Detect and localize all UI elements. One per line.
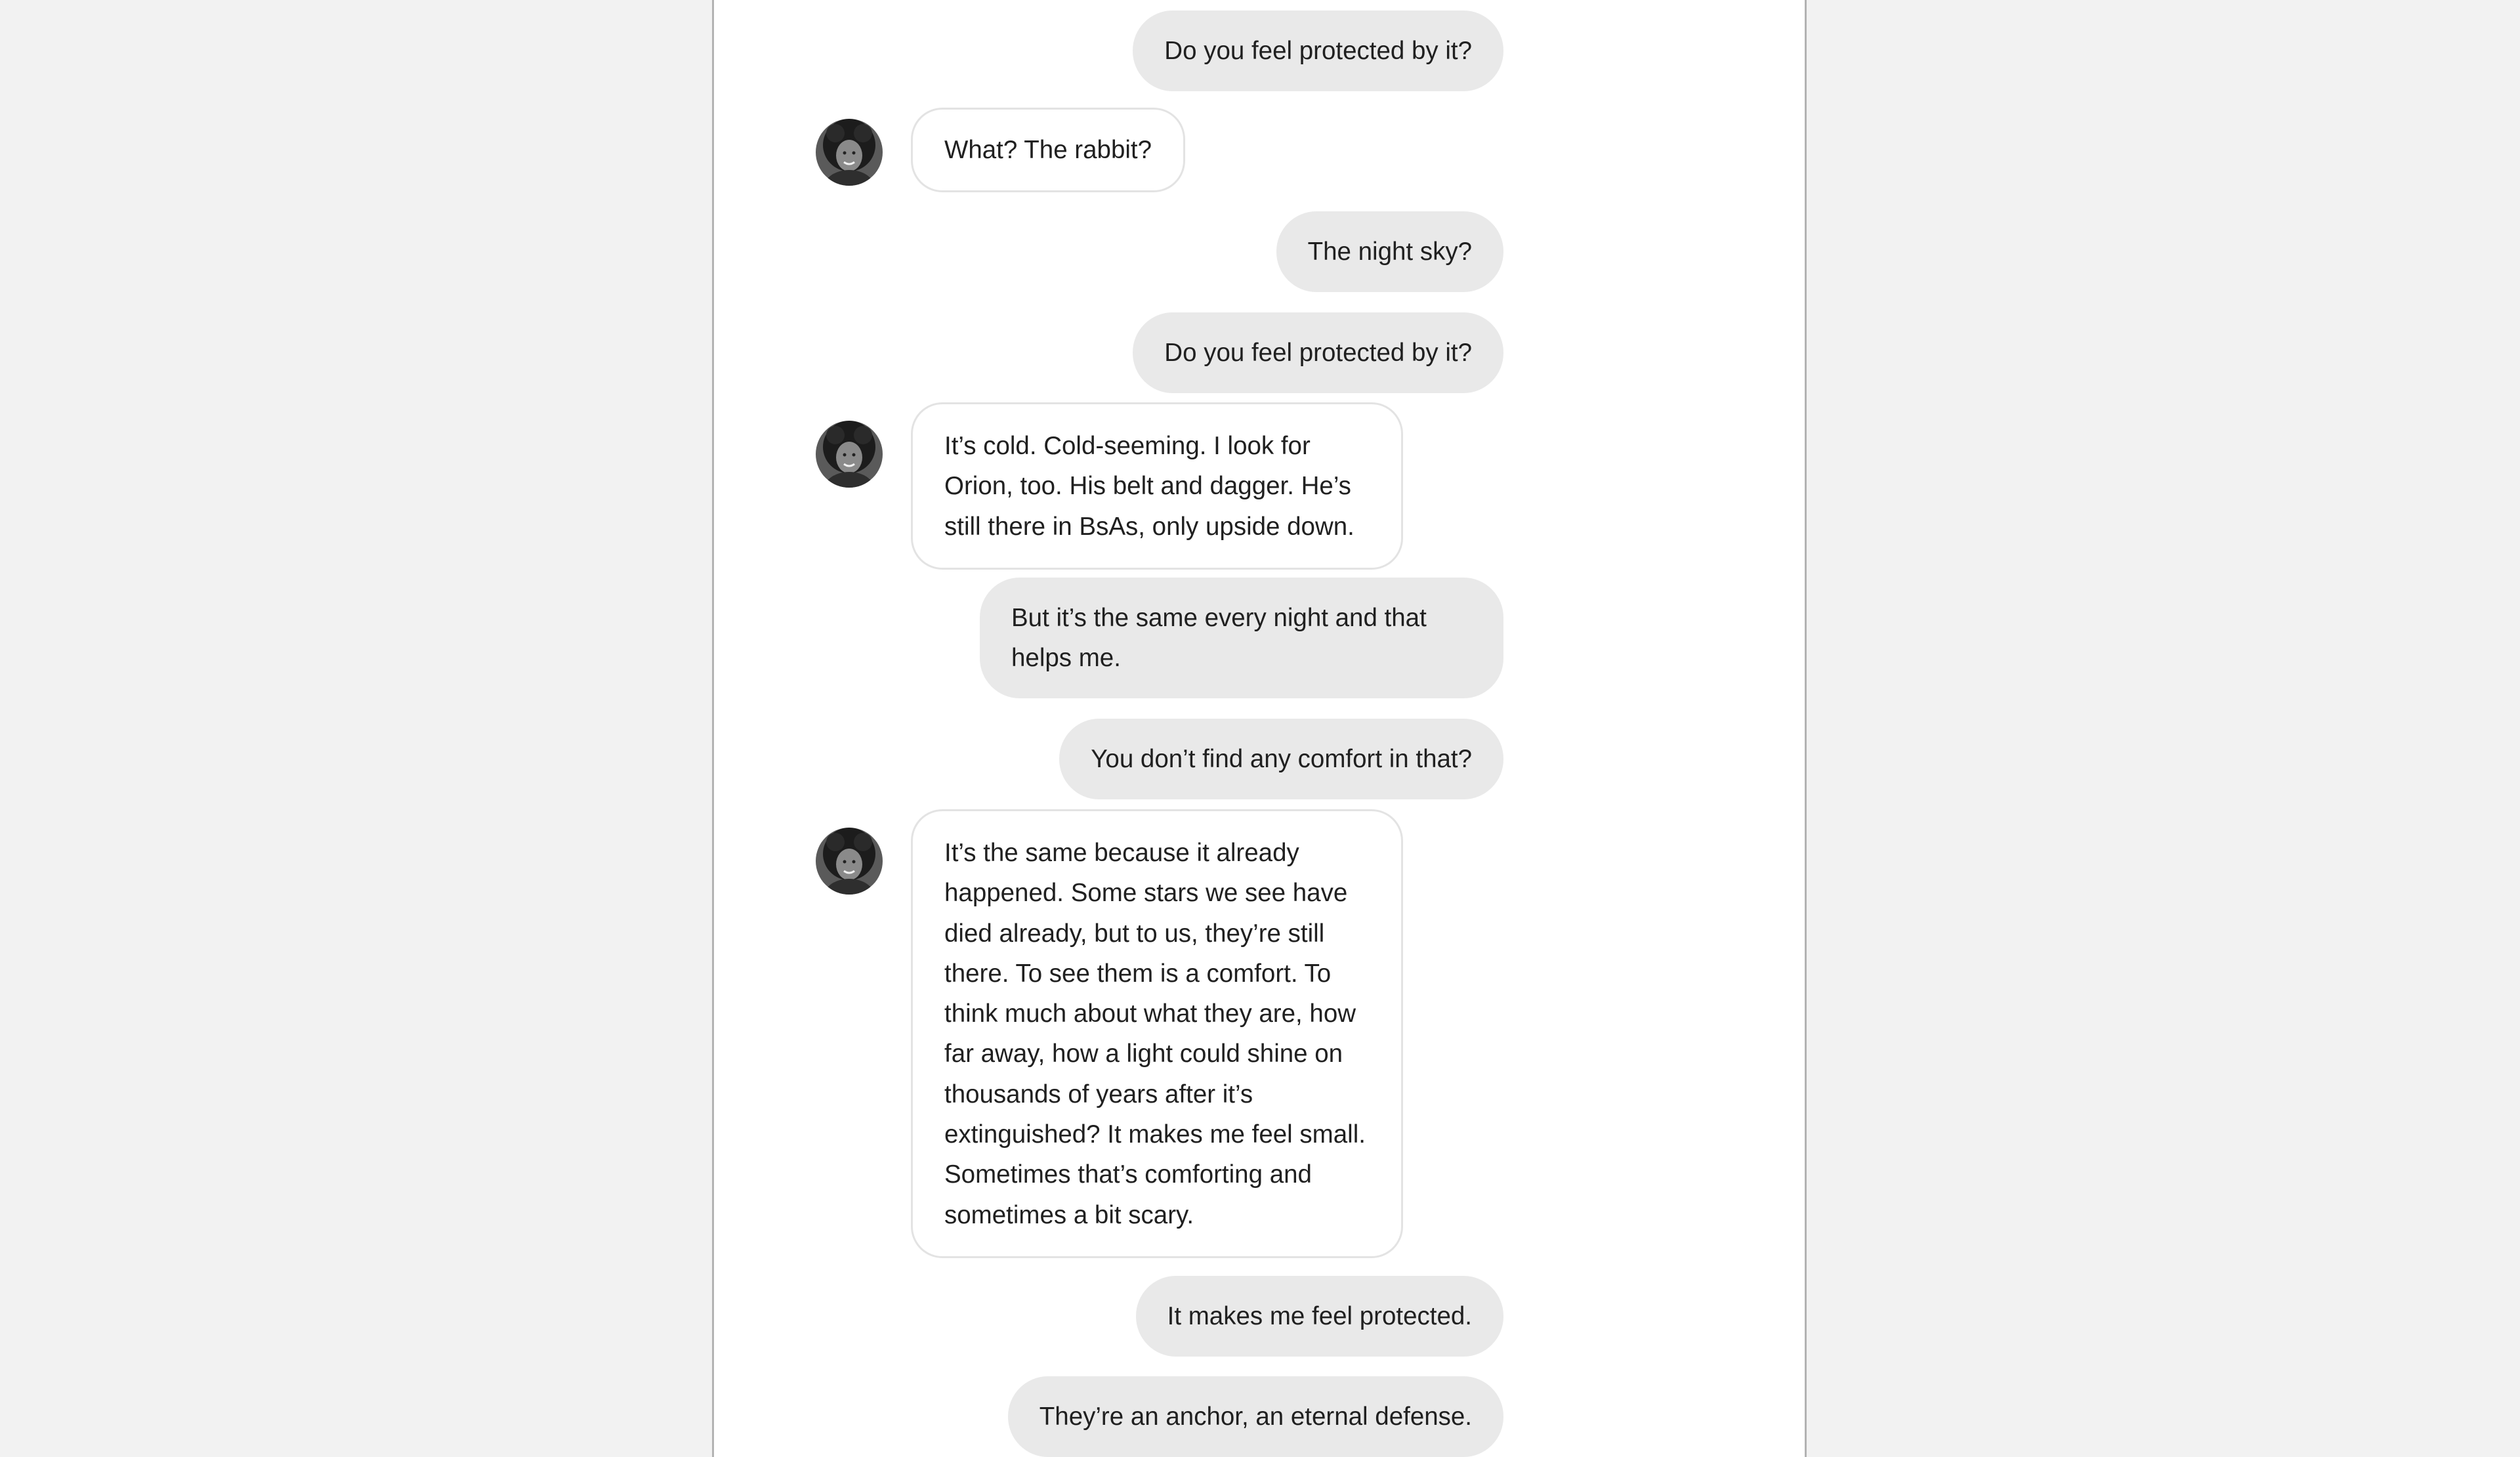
message-bubble-incoming: It’s cold. Cold-seeming. I look for Orio… [911,402,1403,570]
message-bubble-incoming: What? The rabbit? [911,108,1186,192]
contact-avatar-icon[interactable] [816,828,883,895]
contact-avatar-icon[interactable] [816,421,883,488]
message-bubble-outgoing: The night sky? [1276,211,1503,292]
contact-avatar-icon[interactable] [816,119,883,186]
chat-panel: Do you feel protected by it? What? The r… [712,0,1807,1457]
message-bubble-outgoing: They’re an anchor, an eternal defense. [1007,1376,1503,1457]
message-bubble-outgoing: You don’t find any comfort in that? [1059,719,1503,799]
message-bubble-incoming: It’s the same because it already happene… [911,809,1403,1258]
message-bubble-outgoing: It makes me feel protected. [1135,1276,1503,1357]
message-bubble-outgoing: Do you feel protected by it? [1133,11,1503,91]
message-bubble-outgoing: But it’s the same every night and that h… [980,578,1503,698]
message-bubble-outgoing: Do you feel protected by it? [1133,312,1503,393]
